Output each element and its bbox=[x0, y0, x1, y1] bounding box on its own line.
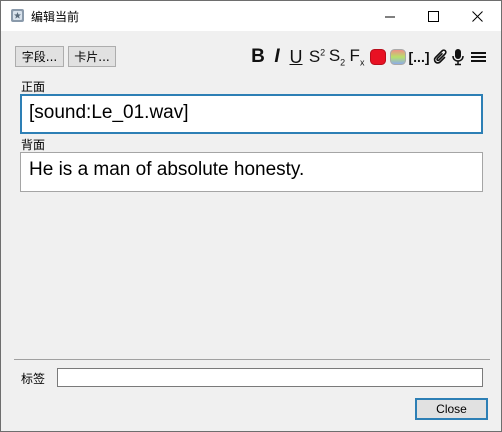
minimize-button[interactable] bbox=[369, 1, 411, 31]
window-close-button[interactable] bbox=[456, 1, 498, 31]
clear-format-icon: Fx bbox=[349, 46, 365, 68]
more-menu-button[interactable] bbox=[468, 45, 488, 69]
app-icon bbox=[10, 8, 25, 23]
bold-icon: B bbox=[251, 46, 265, 67]
text-color-icon bbox=[370, 49, 386, 65]
editor-window: 编辑当前 字段... 卡片... B I U S2 S2 Fx [...] 正面… bbox=[0, 0, 502, 432]
cards-button[interactable]: 卡片... bbox=[68, 46, 116, 67]
minimize-icon bbox=[384, 16, 395, 17]
window-title: 编辑当前 bbox=[31, 10, 80, 24]
tags-input[interactable] bbox=[57, 368, 483, 387]
attach-icon bbox=[433, 49, 447, 64]
maximize-button[interactable] bbox=[412, 1, 454, 31]
tags-label: 标签 bbox=[21, 372, 46, 386]
underline-icon: U bbox=[289, 46, 303, 67]
italic-button[interactable]: I bbox=[269, 45, 285, 69]
close-icon bbox=[471, 10, 483, 22]
front-field-input[interactable]: [sound:Le_01.wav] bbox=[20, 94, 483, 134]
cloze-button[interactable]: [...] bbox=[408, 45, 430, 69]
text-color-button[interactable] bbox=[369, 45, 387, 69]
front-field-label: 正面 bbox=[21, 80, 46, 94]
highlight-color-button[interactable] bbox=[389, 45, 407, 69]
back-field-input[interactable]: He is a man of absolute honesty. bbox=[20, 152, 483, 192]
bold-button[interactable]: B bbox=[249, 45, 267, 69]
cloze-icon: [...] bbox=[408, 49, 430, 65]
more-menu-icon bbox=[470, 52, 486, 62]
superscript-button[interactable]: S2 bbox=[307, 45, 327, 69]
superscript-icon: S2 bbox=[308, 47, 326, 66]
fields-button[interactable]: 字段... bbox=[15, 46, 64, 67]
subscript-icon: S2 bbox=[328, 46, 346, 68]
italic-icon: I bbox=[274, 46, 280, 67]
separator bbox=[14, 359, 490, 360]
underline-button[interactable]: U bbox=[287, 45, 305, 69]
subscript-button[interactable]: S2 bbox=[327, 45, 347, 69]
attach-button[interactable] bbox=[430, 45, 448, 69]
clear-format-button[interactable]: Fx bbox=[347, 45, 367, 69]
highlight-color-icon bbox=[390, 49, 406, 65]
close-button[interactable]: Close bbox=[415, 398, 488, 420]
back-field-label: 背面 bbox=[21, 138, 46, 152]
record-audio-icon bbox=[451, 49, 464, 66]
format-toolbar: B I U S2 S2 Fx [...] bbox=[249, 45, 489, 69]
record-audio-button[interactable] bbox=[449, 45, 466, 69]
maximize-icon bbox=[427, 10, 439, 22]
title-bar[interactable]: 编辑当前 bbox=[1, 1, 501, 31]
